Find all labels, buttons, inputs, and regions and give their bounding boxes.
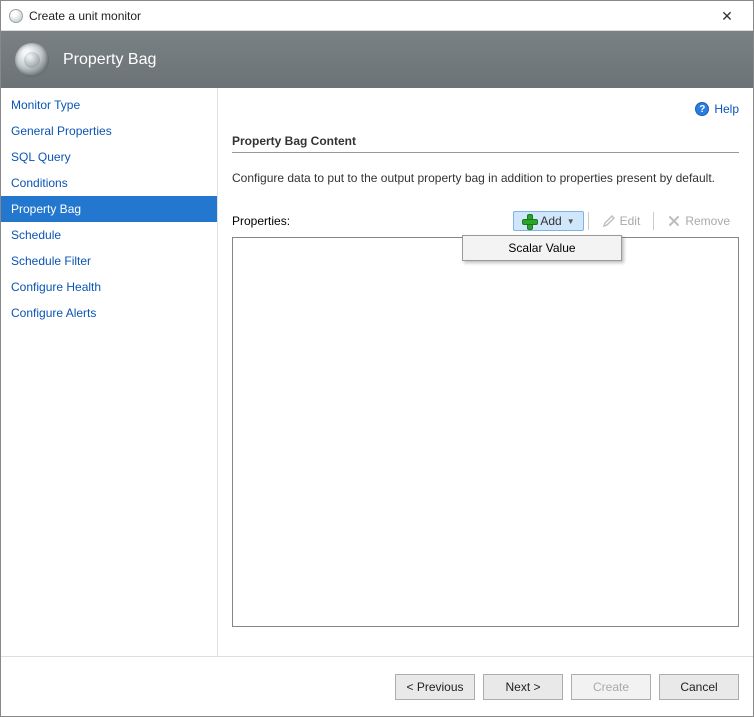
- header-banner: Property Bag: [1, 31, 753, 88]
- help-label: Help: [714, 102, 739, 116]
- wizard-window: Create a unit monitor ✕ Property Bag Mon…: [0, 0, 754, 717]
- help-icon: ?: [695, 102, 709, 116]
- edit-button[interactable]: Edit: [593, 211, 650, 231]
- plus-icon: [522, 214, 536, 228]
- sidebar-item-general-properties[interactable]: General Properties: [1, 118, 217, 144]
- dropdown-item-scalar-value[interactable]: Scalar Value: [463, 236, 621, 260]
- sidebar-item-configure-alerts[interactable]: Configure Alerts: [1, 300, 217, 326]
- title-bar: Create a unit monitor ✕: [1, 1, 753, 31]
- app-icon: [9, 9, 23, 23]
- window-title: Create a unit monitor: [29, 9, 709, 23]
- close-button[interactable]: ✕: [709, 2, 745, 30]
- pencil-icon: [602, 214, 616, 228]
- wizard-sidebar: Monitor Type General Properties SQL Quer…: [1, 88, 218, 656]
- section-title: Property Bag Content: [232, 134, 739, 153]
- chevron-down-icon: ▼: [567, 217, 575, 226]
- section-description: Configure data to put to the output prop…: [232, 171, 739, 185]
- header-title: Property Bag: [63, 51, 156, 69]
- properties-label: Properties:: [232, 214, 290, 228]
- add-dropdown: Scalar Value: [462, 235, 622, 261]
- properties-toolbar-row: Properties: Add ▼ Edit: [232, 211, 739, 231]
- next-button[interactable]: Next >: [483, 674, 563, 700]
- properties-area: Properties: Add ▼ Edit: [232, 211, 739, 627]
- toolbar-separator: [588, 212, 589, 230]
- sidebar-item-sql-query[interactable]: SQL Query: [1, 144, 217, 170]
- properties-toolbar: Add ▼ Edit: [513, 211, 739, 231]
- delete-icon: [667, 214, 681, 228]
- remove-label: Remove: [685, 214, 730, 228]
- sidebar-item-configure-health[interactable]: Configure Health: [1, 274, 217, 300]
- add-button[interactable]: Add ▼: [513, 211, 583, 231]
- edit-label: Edit: [620, 214, 641, 228]
- properties-listbox[interactable]: [232, 237, 739, 627]
- help-link[interactable]: ? Help: [695, 102, 739, 116]
- header-orb-icon: [15, 43, 49, 77]
- sidebar-item-property-bag[interactable]: Property Bag: [1, 196, 217, 222]
- create-button: Create: [571, 674, 651, 700]
- wizard-footer: < Previous Next > Create Cancel: [1, 656, 753, 716]
- sidebar-item-schedule-filter[interactable]: Schedule Filter: [1, 248, 217, 274]
- wizard-body: Monitor Type General Properties SQL Quer…: [1, 88, 753, 656]
- cancel-button[interactable]: Cancel: [659, 674, 739, 700]
- add-label: Add: [540, 214, 561, 228]
- sidebar-item-schedule[interactable]: Schedule: [1, 222, 217, 248]
- wizard-content: ? Help Property Bag Content Configure da…: [218, 88, 753, 656]
- sidebar-item-conditions[interactable]: Conditions: [1, 170, 217, 196]
- remove-button[interactable]: Remove: [658, 211, 739, 231]
- previous-button[interactable]: < Previous: [395, 674, 475, 700]
- toolbar-separator: [653, 212, 654, 230]
- sidebar-item-monitor-type[interactable]: Monitor Type: [1, 92, 217, 118]
